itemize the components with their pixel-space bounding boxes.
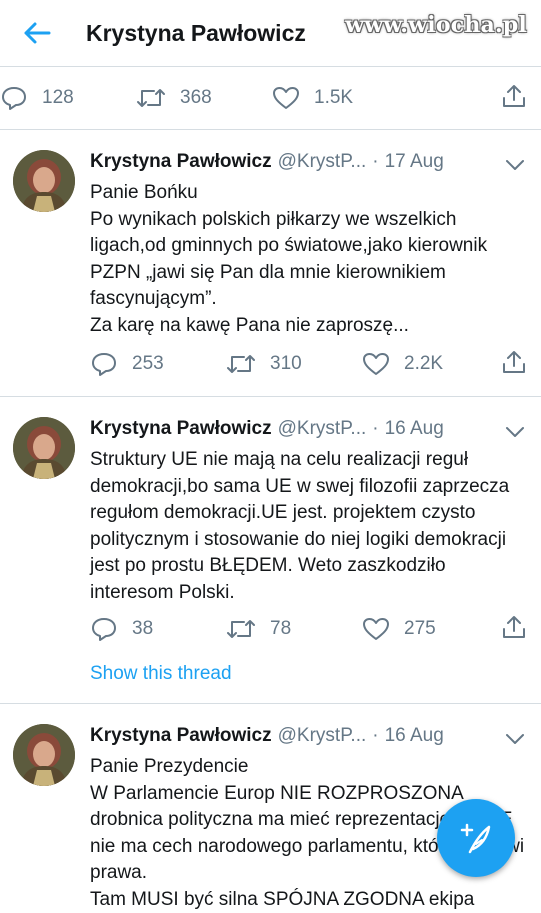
avatar[interactable] [13, 150, 75, 212]
share-button[interactable] [501, 349, 527, 380]
heart-icon [363, 618, 389, 640]
like-button[interactable]: 275 [362, 616, 498, 642]
reply-icon [2, 87, 26, 110]
avatar-image [13, 150, 75, 212]
separator-dot: · [372, 418, 379, 439]
tweet-actions: 38 78 275 [0, 599, 541, 659]
back-button[interactable] [22, 18, 52, 48]
like-count: 275 [404, 618, 436, 639]
tweet-menu-button[interactable] [505, 732, 525, 750]
share-button[interactable] [501, 614, 527, 645]
tweet-header: Krystyna Pawłowicz @KrystP... · 16 Aug [90, 724, 527, 748]
tweet-actions: 253 310 2.2K [0, 334, 541, 394]
top-bar: Krystyna Pawłowicz www.wiocha.pl [0, 0, 541, 67]
watermark-logo: www.wiocha.pl [345, 12, 527, 38]
tweet-menu-button[interactable] [505, 158, 525, 176]
tweet-item[interactable]: Krystyna Pawłowicz @KrystP... · 16 Aug S… [0, 397, 541, 704]
retweet-icon [137, 89, 165, 107]
tweet-text: Struktury UE nie mają na celu realizacji… [90, 449, 510, 603]
reply-button[interactable]: 253 [90, 351, 226, 377]
tweet-actions-top: 128 368 1.5K [0, 67, 541, 130]
reply-button[interactable]: 128 [0, 85, 136, 111]
avatar-image [13, 724, 75, 786]
avatar-image [13, 417, 75, 479]
author-handle: @KrystP... [277, 151, 367, 172]
reply-count: 38 [132, 618, 154, 639]
tweet-header: Krystyna Pawłowicz @KrystP... · 16 Aug [90, 417, 527, 441]
tweet-date: 16 Aug [384, 418, 444, 439]
profile-title: Krystyna Pawłowicz [86, 19, 306, 46]
heart-icon [273, 87, 299, 109]
chevron-down-icon [506, 734, 524, 744]
retweet-count: 310 [270, 353, 302, 374]
reply-icon [92, 353, 116, 376]
chevron-down-icon [506, 427, 524, 437]
retweet-button[interactable]: 78 [226, 617, 362, 641]
compose-feather-icon [460, 823, 491, 854]
avatar[interactable] [13, 724, 75, 786]
retweet-count: 368 [180, 87, 212, 108]
retweet-icon [227, 355, 255, 373]
avatar[interactable] [13, 417, 75, 479]
compose-tweet-button[interactable] [437, 799, 515, 877]
separator-dot: · [372, 725, 379, 746]
reply-count: 253 [132, 353, 164, 374]
reply-icon [92, 618, 116, 641]
retweet-button[interactable]: 368 [136, 86, 272, 110]
author-handle: @KrystP... [277, 725, 367, 746]
author-name[interactable]: Krystyna Pawłowicz [90, 418, 272, 440]
tweet-menu-button[interactable] [505, 425, 525, 443]
tweet-header: Krystyna Pawłowicz @KrystP... · 17 Aug [90, 150, 527, 174]
separator-dot: · [372, 151, 379, 172]
tweet-date: 17 Aug [384, 151, 444, 172]
author-name[interactable]: Krystyna Pawłowicz [90, 725, 272, 747]
reply-button[interactable]: 38 [90, 616, 226, 642]
share-icon [503, 84, 525, 107]
heart-icon [363, 353, 389, 375]
author-name[interactable]: Krystyna Pawłowicz [90, 151, 272, 173]
like-count: 2.2K [404, 353, 444, 374]
tweet-text: Panie Bońku Po wynikach polskich piłkarz… [90, 182, 488, 336]
retweet-icon [227, 620, 255, 638]
reply-count: 128 [42, 87, 74, 108]
like-count: 1.5K [314, 87, 354, 108]
tweet-item[interactable]: Krystyna Pawłowicz @KrystP... · 17 Aug P… [0, 130, 541, 397]
retweet-count: 78 [270, 618, 292, 639]
chevron-down-icon [506, 160, 524, 170]
retweet-button[interactable]: 310 [226, 352, 362, 376]
like-button[interactable]: 2.2K [362, 351, 498, 377]
share-icon [503, 615, 525, 638]
author-handle: @KrystP... [277, 418, 367, 439]
show-thread-link[interactable]: Show this thread [0, 663, 232, 709]
share-button[interactable] [501, 83, 527, 114]
tweet-date: 16 Aug [384, 725, 444, 746]
arrow-left-icon [24, 22, 51, 44]
like-button[interactable]: 1.5K [272, 85, 408, 111]
share-icon [503, 350, 525, 373]
